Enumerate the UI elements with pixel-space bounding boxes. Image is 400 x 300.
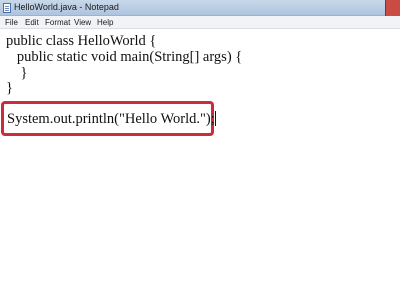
- code-line: public class HelloWorld {: [6, 33, 157, 49]
- menu-help[interactable]: Help: [97, 17, 113, 28]
- menu-edit[interactable]: Edit: [25, 17, 39, 28]
- text-cursor: [214, 111, 216, 126]
- menu-bar: File Edit Format View Help: [0, 16, 400, 29]
- menu-format[interactable]: Format: [45, 17, 70, 28]
- notepad-window: HelloWorld.java - Notepad File Edit Form…: [0, 0, 400, 300]
- code-line: }: [6, 65, 28, 81]
- menu-view[interactable]: View: [74, 17, 91, 28]
- text-editor-area[interactable]: public class HelloWorld { public static …: [0, 29, 400, 300]
- highlighted-code-text: System.out.println("Hello World.");: [7, 111, 215, 127]
- window-title: HelloWorld.java - Notepad: [14, 2, 119, 12]
- highlighted-code-line: System.out.println("Hello World.");: [7, 111, 216, 127]
- close-button[interactable]: [385, 0, 400, 16]
- code-line: public static void main(String[] args) {: [6, 49, 243, 65]
- menu-file[interactable]: File: [5, 17, 18, 28]
- notepad-icon[interactable]: [3, 3, 11, 13]
- title-bar[interactable]: HelloWorld.java - Notepad: [0, 0, 400, 16]
- highlight-box: System.out.println("Hello World.");: [1, 101, 216, 136]
- code-line: }: [6, 80, 13, 96]
